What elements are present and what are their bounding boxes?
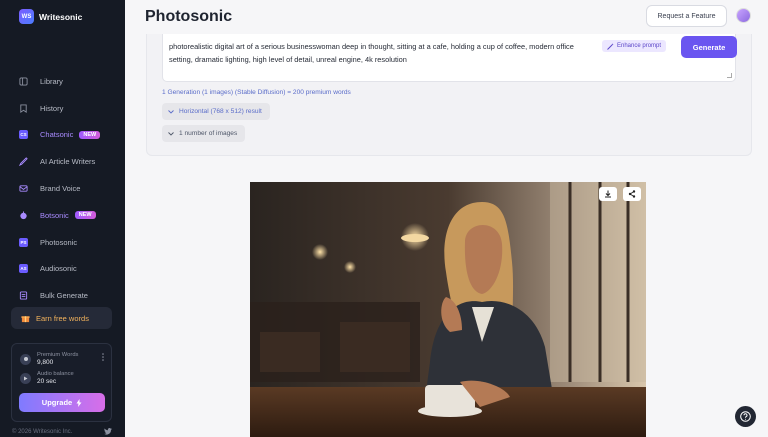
chatsonic-icon: CS bbox=[19, 130, 28, 140]
copyright-text: © 2026 Writesonic Inc. bbox=[12, 428, 73, 435]
image-count-dropdown[interactable]: 1 number of images bbox=[162, 125, 246, 142]
sidebar-item-bulk-generate[interactable]: Bulk Generate bbox=[0, 282, 125, 309]
premium-words-value: 9,800 bbox=[37, 359, 54, 366]
writesonic-logo: WS bbox=[19, 9, 34, 24]
footer: © 2026 Writesonic Inc. bbox=[12, 428, 113, 435]
enhance-prompt-label: Enhance prompt bbox=[617, 43, 662, 49]
generated-image-illustration bbox=[250, 182, 646, 437]
audio-balance-value: 20 sec bbox=[37, 378, 57, 385]
sidebar-item-label: Audiosonic bbox=[40, 264, 77, 274]
prompt-text[interactable]: photorealistic digital art of a serious … bbox=[169, 41, 579, 66]
play-icon bbox=[20, 372, 31, 384]
sidebar-item-photosonic[interactable]: PS Photosonic bbox=[0, 229, 125, 256]
sidebar-item-label: Botsonic bbox=[40, 210, 69, 220]
sidebar: WS Writesonic Library History CS Chatson… bbox=[0, 0, 125, 437]
prompt-panel: photorealistic digital art of a serious … bbox=[146, 34, 752, 156]
sidebar-item-label: Brand Voice bbox=[40, 184, 81, 194]
share-button[interactable] bbox=[623, 187, 641, 201]
sidebar-item-label: Photosonic bbox=[40, 237, 78, 247]
sidebar-item-label: Chatsonic bbox=[40, 130, 74, 140]
library-icon bbox=[19, 77, 28, 86]
upgrade-button[interactable]: Upgrade bbox=[19, 393, 105, 412]
sidebar-item-label: History bbox=[40, 103, 64, 113]
download-icon bbox=[605, 190, 611, 198]
lightning-icon bbox=[76, 398, 82, 407]
more-options-icon[interactable] bbox=[102, 353, 104, 361]
generation-info: 1 Generation (1 images) (Stable Diffusio… bbox=[162, 89, 351, 96]
sidebar-nav: Library History CS Chatsonic NEW AI Arti… bbox=[0, 68, 125, 309]
new-badge: NEW bbox=[74, 211, 96, 220]
sidebar-item-brand-voice[interactable]: Brand Voice bbox=[0, 175, 125, 202]
sidebar-item-history[interactable]: History bbox=[0, 95, 125, 122]
usage-card: Premium Words 9,800 Audio balance 20 sec… bbox=[11, 343, 112, 422]
page-title: Photosonic bbox=[145, 8, 233, 25]
sidebar-item-chatsonic[interactable]: CS Chatsonic NEW bbox=[0, 122, 125, 149]
gift-icon bbox=[21, 315, 30, 322]
top-header: Photosonic Request a Feature bbox=[125, 0, 768, 34]
orientation-value: Horizontal (768 x 512) result bbox=[179, 108, 262, 115]
download-button[interactable] bbox=[599, 187, 617, 201]
orientation-dropdown[interactable]: Horizontal (768 x 512) result bbox=[162, 103, 270, 120]
sidebar-item-library[interactable]: Library bbox=[0, 68, 125, 95]
twitter-icon[interactable] bbox=[104, 428, 113, 435]
audiosonic-icon: AS bbox=[19, 264, 28, 274]
sidebar-item-audiosonic[interactable]: AS Audiosonic bbox=[0, 256, 125, 283]
brand[interactable]: WS Writesonic bbox=[19, 9, 82, 24]
photosonic-icon: PS bbox=[19, 237, 28, 247]
brand-name: Writesonic bbox=[39, 11, 83, 22]
generate-button[interactable]: Generate bbox=[681, 36, 737, 58]
new-badge: NEW bbox=[79, 130, 101, 139]
avatar[interactable] bbox=[736, 8, 751, 23]
resize-handle-icon[interactable] bbox=[727, 73, 732, 78]
premium-words-row: Premium Words 9,800 bbox=[20, 352, 78, 366]
audio-balance-row: Audio balance 20 sec bbox=[20, 371, 74, 385]
generated-image[interactable] bbox=[250, 182, 646, 437]
prompt-textarea[interactable]: photorealistic digital art of a serious … bbox=[162, 34, 737, 82]
sidebar-item-ai-article-writers[interactable]: AI Article Writers bbox=[0, 148, 125, 175]
premium-words-label: Premium Words bbox=[37, 352, 79, 358]
botsonic-icon bbox=[19, 211, 28, 220]
premium-words-icon bbox=[20, 353, 31, 365]
article-writer-icon bbox=[19, 157, 28, 167]
sidebar-item-label: Library bbox=[40, 76, 63, 86]
bulk-generate-icon bbox=[19, 291, 28, 300]
chevron-down-icon bbox=[168, 109, 174, 114]
bookmark-icon bbox=[19, 104, 28, 113]
sidebar-item-label: AI Article Writers bbox=[40, 157, 96, 167]
request-feature-button[interactable]: Request a Feature bbox=[646, 5, 727, 27]
sidebar-item-botsonic[interactable]: Botsonic NEW bbox=[0, 202, 125, 229]
magic-wand-icon bbox=[607, 42, 614, 50]
help-icon bbox=[740, 411, 751, 422]
upgrade-label: Upgrade bbox=[41, 398, 73, 407]
audio-balance-label: Audio balance bbox=[37, 371, 74, 377]
help-button[interactable] bbox=[735, 406, 756, 427]
chevron-down-icon bbox=[168, 131, 174, 136]
image-count-value: 1 number of images bbox=[179, 130, 238, 137]
share-icon bbox=[628, 190, 636, 198]
sidebar-item-label: Bulk Generate bbox=[40, 291, 88, 301]
enhance-prompt-button[interactable]: Enhance prompt bbox=[602, 40, 667, 52]
brand-voice-icon bbox=[19, 184, 28, 193]
earn-free-words-button[interactable]: Earn free words bbox=[11, 307, 112, 329]
earn-label: Earn free words bbox=[36, 313, 89, 323]
